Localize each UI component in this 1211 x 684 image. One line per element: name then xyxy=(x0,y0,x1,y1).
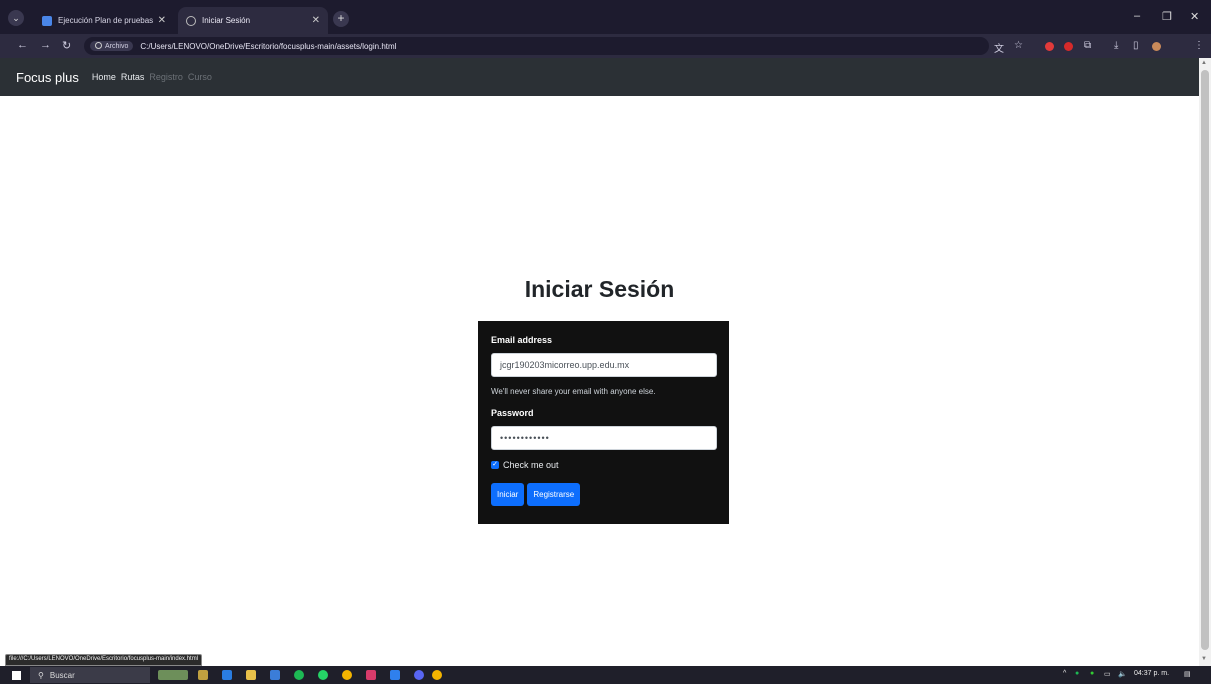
email-help-text: We'll never share your email with anyone… xyxy=(491,387,656,396)
address-bar[interactable]: Archivo C:/Users/LENOVO/OneDrive/Escrito… xyxy=(84,37,989,55)
restore-icon[interactable]: ❐ xyxy=(1162,10,1172,23)
tab-search-chevron-icon[interactable]: ⌄ xyxy=(8,10,24,26)
tab-ejecucion-plan[interactable]: Ejecución Plan de pruebas - Do ✕ xyxy=(34,7,174,34)
new-tab-icon[interactable]: + xyxy=(333,11,349,27)
network-icon[interactable]: ▭ xyxy=(1104,670,1111,678)
login-form: Email address jcgr190203micorreo.upp.edu… xyxy=(478,321,729,524)
taskbar: ⚲ Buscar ^ ● ● ▭ 🔈 04:37 p. m. ▤ xyxy=(0,666,1211,684)
status-url: file:///C:/Users/LENOVO/OneDrive/Escrito… xyxy=(5,654,203,666)
chrome-icon[interactable] xyxy=(342,670,352,680)
password-field[interactable]: •••••••••••• xyxy=(491,426,717,450)
extension-ublock-icon[interactable] xyxy=(1045,42,1054,51)
register-button[interactable]: Registrarse xyxy=(527,483,581,506)
checkbox-label: Check me out xyxy=(503,460,559,470)
close-icon[interactable]: ✕ xyxy=(158,15,166,26)
button-row: Iniciar Registrarse xyxy=(491,483,716,506)
page-scrollbar[interactable]: ▲ ▼ xyxy=(1199,58,1211,666)
globe-icon xyxy=(186,15,196,26)
nav-link-rutas[interactable]: Rutas xyxy=(121,72,145,82)
nav-link-curso[interactable]: Curso xyxy=(188,72,212,82)
extension-adblock-icon[interactable] xyxy=(1064,42,1073,51)
download-icon[interactable]: ⤓ xyxy=(1114,40,1118,51)
scroll-down-icon[interactable]: ▼ xyxy=(1201,656,1207,662)
site-info-label: Archivo xyxy=(105,43,129,50)
scroll-up-icon[interactable]: ▲ xyxy=(1201,60,1207,66)
tray-app-icon[interactable]: ● xyxy=(1090,670,1094,677)
page-title: Iniciar Sesión xyxy=(524,276,675,302)
tab-title: Ejecución Plan de pruebas - Do xyxy=(58,16,154,25)
clock-time[interactable]: 04:37 p. m. xyxy=(1134,670,1169,677)
search-icon: ⚲ xyxy=(38,670,44,680)
check-me-out-row[interactable]: ✓ Check me out xyxy=(491,460,716,470)
chrome-icon[interactable] xyxy=(432,670,442,680)
profile-avatar-icon[interactable] xyxy=(1152,42,1161,51)
nav-link-registro[interactable]: Registro xyxy=(149,72,183,82)
taskbar-search-label: Buscar xyxy=(49,670,75,680)
site-navbar: Focus plus Home Rutas Registro Curso xyxy=(0,58,1199,96)
tray-spotify-icon[interactable]: ● xyxy=(1075,670,1079,677)
tray-chevron-icon[interactable]: ^ xyxy=(1063,670,1066,677)
minimize-icon[interactable]: – xyxy=(1134,10,1140,22)
nav-link-home[interactable]: Home xyxy=(92,72,116,82)
password-label: Password xyxy=(491,408,534,418)
app-icon[interactable] xyxy=(198,670,208,680)
browser-toolbar: ← → ↻ Archivo C:/Users/LENOVO/OneDrive/E… xyxy=(0,34,1211,58)
reload-icon[interactable]: ↻ xyxy=(62,39,71,52)
whatsapp-icon[interactable] xyxy=(318,670,328,680)
site-info-chip[interactable]: Archivo xyxy=(90,41,134,51)
menu-kebab-icon[interactable]: ⋮ xyxy=(1194,40,1204,51)
close-icon[interactable]: ✕ xyxy=(312,15,320,26)
url-text: C:/Users/LENOVO/OneDrive/Escritorio/focu… xyxy=(140,41,397,51)
mail-icon[interactable] xyxy=(366,670,376,680)
login-button[interactable]: Iniciar xyxy=(491,483,525,506)
docs-icon xyxy=(42,15,52,26)
spotify-icon[interactable] xyxy=(294,670,304,680)
store-icon[interactable] xyxy=(222,670,232,680)
side-panel-icon[interactable]: ▯ xyxy=(1133,40,1139,51)
tab-iniciar-sesion[interactable]: Iniciar Sesión ✕ xyxy=(178,7,328,34)
email-field[interactable]: jcgr190203micorreo.upp.edu.mx xyxy=(491,353,717,377)
notifications-icon[interactable]: ▤ xyxy=(1184,670,1191,678)
browser-tab-strip: ⌄ Ejecución Plan de pruebas - Do ✕ Inici… xyxy=(0,0,1211,34)
vscode-icon[interactable] xyxy=(390,670,400,680)
file-explorer-icon[interactable] xyxy=(246,670,256,680)
extensions-puzzle-icon[interactable]: ⧉ xyxy=(1084,40,1091,51)
tab-title: Iniciar Sesión xyxy=(202,16,251,25)
scroll-thumb[interactable] xyxy=(1201,70,1209,650)
checkbox-check-icon[interactable]: ✓ xyxy=(491,461,499,469)
back-icon[interactable]: ← xyxy=(17,39,28,51)
volume-icon[interactable]: 🔈 xyxy=(1118,670,1127,678)
app-icon[interactable] xyxy=(270,670,280,680)
bookmark-star-icon[interactable]: ☆ xyxy=(1014,40,1023,51)
taskbar-search[interactable]: ⚲ Buscar xyxy=(30,667,150,683)
brand-logo[interactable]: Focus plus xyxy=(16,70,79,85)
weather-widget-icon[interactable] xyxy=(158,670,188,680)
email-label: Email address xyxy=(491,335,553,345)
forward-icon[interactable]: → xyxy=(40,39,51,51)
window-close-icon[interactable]: ✕ xyxy=(1190,10,1199,23)
translate-icon[interactable]: 文 xyxy=(994,40,1004,55)
discord-icon[interactable] xyxy=(414,670,424,680)
info-icon xyxy=(95,42,102,49)
windows-start-icon[interactable] xyxy=(12,671,21,680)
